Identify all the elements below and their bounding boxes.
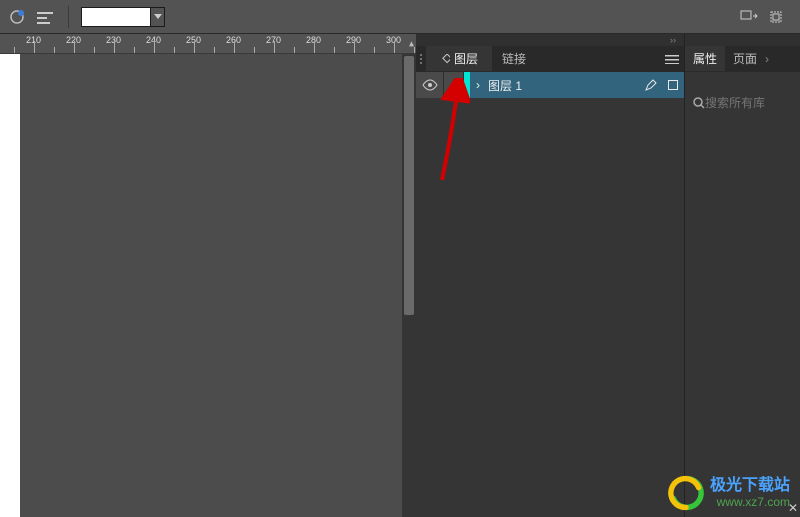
gradient-tool-icon[interactable] xyxy=(6,6,28,28)
tab-properties[interactable]: 属性 xyxy=(685,46,725,71)
page-edge xyxy=(0,54,20,517)
pen-icon[interactable] xyxy=(640,78,662,92)
panel-menu-icon[interactable] xyxy=(660,46,684,71)
canvas[interactable] xyxy=(0,54,416,517)
right-panel-tabs: 属性 页面 › xyxy=(685,46,800,72)
search-input[interactable] xyxy=(705,96,800,110)
fill-swatch-dropdown[interactable] xyxy=(151,7,165,27)
divider xyxy=(68,6,69,28)
tab-label: 页面 xyxy=(733,50,757,67)
tab-layers[interactable]: 图层 xyxy=(426,46,492,71)
ruler-tick: 220 xyxy=(66,35,90,45)
vertical-scrollbar[interactable] xyxy=(402,54,416,517)
layer-row[interactable]: › 图层 1 xyxy=(416,72,684,98)
ruler-tick: 230 xyxy=(106,35,130,45)
more-icon[interactable]: › xyxy=(765,46,775,71)
ruler-tick: 260 xyxy=(226,35,250,45)
fill-swatch[interactable] xyxy=(81,7,151,27)
panel-drag-icon[interactable] xyxy=(416,46,426,71)
target-icon[interactable] xyxy=(662,80,684,90)
tab-label: 图层 xyxy=(454,50,478,67)
ruler-tick: 250 xyxy=(186,35,210,45)
eye-icon xyxy=(422,79,438,91)
visibility-toggle[interactable] xyxy=(416,72,444,98)
right-panel: 属性 页面 › xyxy=(684,34,800,517)
library-search xyxy=(685,90,800,116)
tab-label: 链接 xyxy=(502,50,526,67)
diamond-icon xyxy=(440,54,450,64)
canvas-column: 00 210 220 230 240 250 260 270 280 290 xyxy=(0,34,416,517)
crop-icon[interactable] xyxy=(766,6,788,28)
tab-links[interactable]: 链接 xyxy=(492,46,536,71)
ruler-caret-icon: ▴ xyxy=(409,38,414,49)
expand-toggle[interactable]: › xyxy=(470,78,486,92)
layer-name[interactable]: 图层 1 xyxy=(486,77,640,94)
panels-column: ›› 图层 链接 xyxy=(416,34,800,517)
tab-pages[interactable]: 页面 xyxy=(725,46,765,71)
ruler-tick: 270 xyxy=(266,35,290,45)
layers-panel: ›› 图层 链接 xyxy=(416,34,684,517)
tab-label: 属性 xyxy=(693,50,717,67)
lock-cell[interactable] xyxy=(444,72,464,98)
align-tool-icon[interactable] xyxy=(34,6,56,28)
horizontal-ruler[interactable]: 00 210 220 230 240 250 260 270 280 290 xyxy=(0,34,416,54)
collapse-bar[interactable] xyxy=(685,34,800,46)
ruler-tick: 300 xyxy=(386,35,410,45)
collapse-bar[interactable]: ›› xyxy=(416,34,684,46)
ruler-tick: 210 xyxy=(26,35,50,45)
ruler-tick: 00 xyxy=(0,35,10,45)
search-icon xyxy=(693,97,705,109)
close-icon[interactable]: ✕ xyxy=(788,501,798,515)
ruler-tick: 280 xyxy=(306,35,330,45)
ruler-tick: 240 xyxy=(146,35,170,45)
ruler-tick: 290 xyxy=(346,35,370,45)
scroll-thumb[interactable] xyxy=(404,56,414,315)
panel-tabs: 图层 链接 xyxy=(416,46,684,72)
transform-icon[interactable] xyxy=(738,6,760,28)
toolbar xyxy=(0,0,800,34)
main-area: 00 210 220 230 240 250 260 270 280 290 xyxy=(0,34,800,517)
